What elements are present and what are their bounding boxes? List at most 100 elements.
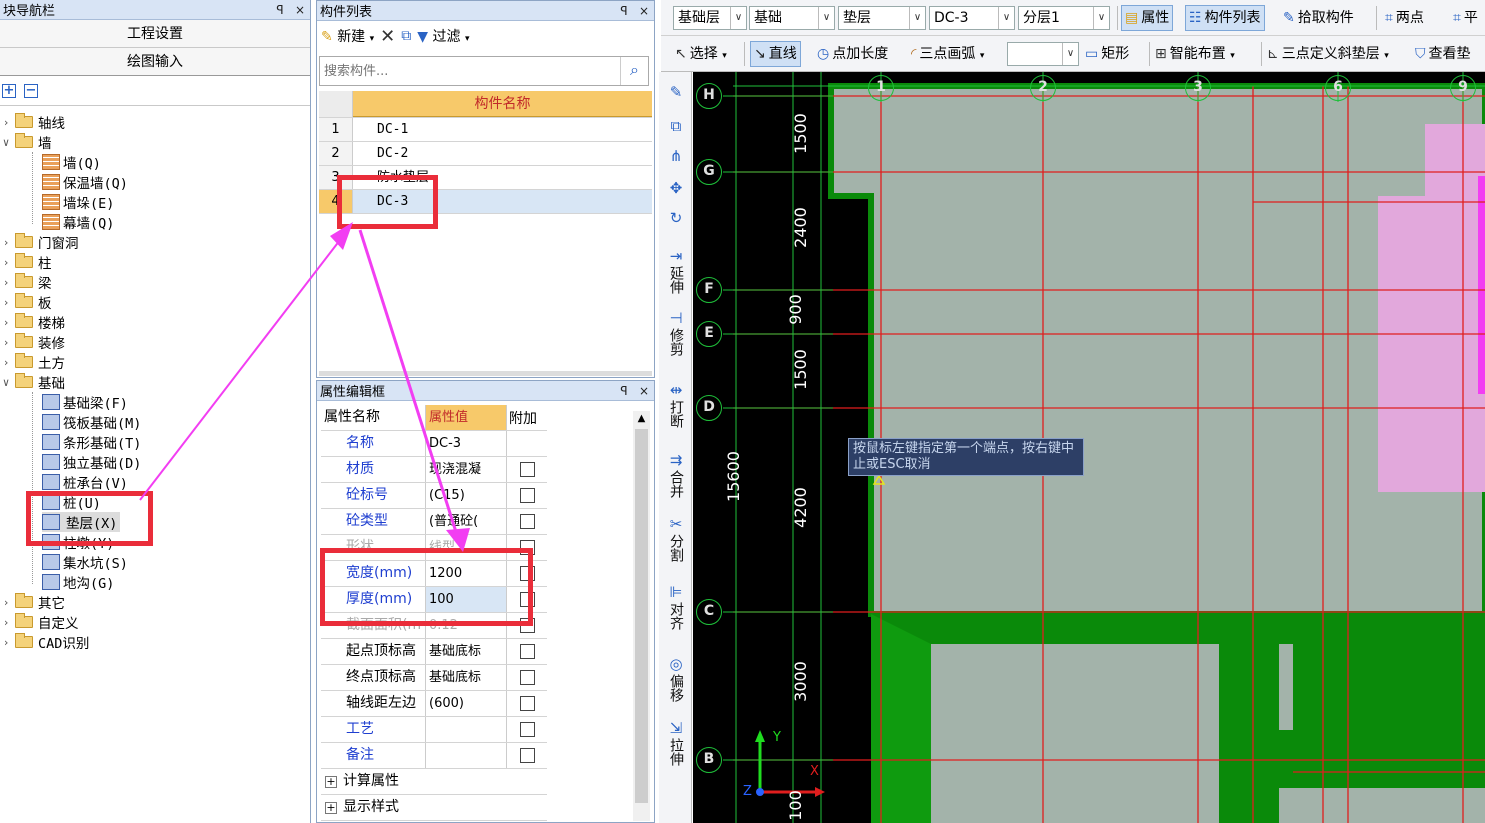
tree-item[interactable]: 地沟(G)	[42, 572, 114, 592]
tree-item[interactable]: ∨ 墙	[0, 132, 52, 152]
drawing-canvas[interactable]: 1 2 3 6 9 H G FE D C B 1500 2400 900 1500 4200 3000 100…	[693, 72, 1485, 823]
vtool-button[interactable]: ⇹ 打断	[661, 382, 691, 432]
extra-checkbox[interactable]	[519, 462, 535, 477]
property-value[interactable]: 基础底标	[426, 665, 507, 690]
extra-checkbox[interactable]	[519, 722, 535, 737]
arc-mode-select[interactable]: ∨	[1007, 42, 1079, 66]
category-select[interactable]: 基础 ∨	[749, 6, 835, 30]
property-value[interactable]: (C15)	[426, 483, 507, 508]
scroll-thumb[interactable]	[635, 429, 648, 803]
expand-plus-icon[interactable]: +	[325, 802, 337, 814]
chevron-down-icon[interactable]: ∨	[0, 376, 12, 389]
tree-item[interactable]: 独立基础(D)	[42, 452, 141, 472]
scroll-up-icon[interactable]: ▲	[633, 411, 650, 427]
extra-checkbox[interactable]	[519, 748, 535, 763]
smart-layout-button[interactable]: ⊞ 智能布置 ▾	[1155, 44, 1235, 66]
tree-item[interactable]: ∨ 基础	[0, 372, 65, 392]
component-list-button[interactable]: ☷ 构件列表	[1185, 5, 1265, 31]
component-row[interactable]: 1 DC-1	[319, 118, 652, 142]
copy-icon[interactable]: ⧉	[401, 28, 411, 44]
tree-item[interactable]: › CAD识别	[0, 632, 89, 652]
pin-icon[interactable]: ꟼ	[614, 4, 634, 18]
chevron-right-icon[interactable]: ›	[0, 356, 12, 369]
attribute-button[interactable]: ▤ 属性	[1121, 5, 1174, 31]
drawing-input-button[interactable]: 绘图输入	[0, 48, 310, 76]
collapse-all-icon[interactable]: −	[24, 83, 38, 98]
chevron-right-icon[interactable]: ›	[0, 316, 12, 329]
property-group[interactable]: + 计算属性	[321, 769, 547, 795]
pin-icon[interactable]: ꟼ	[270, 3, 290, 17]
property-value[interactable]	[426, 743, 507, 768]
property-group[interactable]: + 显示样式	[321, 795, 547, 821]
property-value[interactable]: (普通砼(	[426, 509, 507, 534]
extra-checkbox[interactable]	[519, 488, 535, 503]
slope-cushion-button[interactable]: ⊾ 三点定义斜垫层 ▾	[1267, 44, 1389, 66]
vtool-button[interactable]: ✂ 分割	[661, 516, 691, 566]
close-icon[interactable]: ×	[634, 4, 654, 18]
tree-item[interactable]: 幕墙(Q)	[42, 212, 114, 232]
pick-component-button[interactable]: ✎ 拾取构件	[1283, 8, 1354, 28]
tree-item[interactable]: › 板	[0, 292, 52, 312]
close-icon[interactable]: ×	[290, 3, 310, 17]
tree-item[interactable]: 墙垛(E)	[42, 192, 114, 212]
chevron-right-icon[interactable]: ›	[0, 596, 12, 609]
tree-item[interactable]: › 柱	[0, 252, 52, 272]
chevron-right-icon[interactable]: ›	[0, 336, 12, 349]
select-button[interactable]: ↖ 选择 ▾	[675, 44, 727, 66]
delete-icon[interactable]: ✕	[380, 26, 395, 47]
tree-item[interactable]: 集水坑(S)	[42, 552, 128, 572]
parallel-button[interactable]: ⌗ 平	[1453, 8, 1478, 28]
vtool-button[interactable]: ⊣ 修剪	[661, 310, 691, 360]
view-cushion-button[interactable]: ⛉ 查看垫	[1415, 44, 1471, 64]
extra-checkbox[interactable]	[519, 696, 535, 711]
extra-checkbox[interactable]	[519, 644, 535, 659]
tree-item[interactable]: › 自定义	[0, 612, 79, 632]
property-value[interactable]	[426, 717, 507, 742]
tree-item[interactable]: 墙(Q)	[42, 152, 101, 172]
new-component-button[interactable]: ✎ 新建 ▾	[321, 26, 374, 46]
chevron-right-icon[interactable]: ›	[0, 636, 12, 649]
move-icon[interactable]: ✥	[661, 180, 691, 198]
vtool-button[interactable]: ⊫ 对齐	[661, 584, 691, 634]
search-input[interactable]	[320, 58, 620, 84]
extra-checkbox[interactable]	[519, 670, 535, 685]
tree-item[interactable]: › 其它	[0, 592, 65, 612]
tree-item[interactable]: 条形基础(T)	[42, 432, 141, 452]
copy-icon[interactable]: ⧉	[661, 118, 691, 136]
point-length-button[interactable]: ◷ 点加长度	[817, 44, 888, 64]
property-value[interactable]: 基础底标	[426, 639, 507, 664]
tree-item[interactable]: › 轴线	[0, 112, 65, 132]
vtool-button[interactable]: ⇲ 拉伸	[661, 720, 691, 770]
tree-item[interactable]: › 楼梯	[0, 312, 65, 332]
rotate-icon[interactable]: ↻	[661, 210, 691, 228]
layer-select[interactable]: 分层1 ∨	[1018, 6, 1110, 30]
expand-plus-icon[interactable]: +	[325, 776, 337, 788]
tree-item[interactable]: › 装修	[0, 332, 65, 352]
floor-select[interactable]: 基础层 ∨	[673, 6, 747, 30]
property-value[interactable]: DC-3	[426, 431, 507, 456]
property-value[interactable]: (600)	[426, 691, 507, 716]
chevron-right-icon[interactable]: ›	[0, 256, 12, 269]
chevron-down-icon[interactable]: ∨	[0, 136, 12, 149]
component-select[interactable]: DC-3 ∨	[929, 6, 1015, 30]
tree-item[interactable]: 筏板基础(M)	[42, 412, 141, 432]
vtool-button[interactable]: ⇉ 合并	[661, 452, 691, 502]
tree-item[interactable]: › 土方	[0, 352, 65, 372]
search-icon[interactable]: ⌕	[620, 57, 648, 85]
project-settings-button[interactable]: 工程设置	[0, 20, 310, 48]
tree-item[interactable]: › 梁	[0, 272, 52, 292]
component-row[interactable]: 2 DC-2	[319, 142, 652, 166]
vtool-button[interactable]: ⇥ 延伸	[661, 248, 691, 298]
chevron-right-icon[interactable]: ›	[0, 276, 12, 289]
vtool-button[interactable]: ◎ 偏移	[661, 656, 691, 706]
tree-item[interactable]: 桩承台(V)	[42, 472, 128, 492]
three-point-arc-button[interactable]: ◜ 三点画弧 ▾	[911, 44, 984, 66]
property-value[interactable]: 现浇混凝	[426, 457, 507, 482]
chevron-right-icon[interactable]: ›	[0, 236, 12, 249]
type-select[interactable]: 垫层 ∨	[838, 6, 926, 30]
chevron-right-icon[interactable]: ›	[0, 616, 12, 629]
list-hscroll[interactable]	[319, 371, 652, 376]
brush-icon[interactable]: ✎	[661, 84, 691, 102]
chevron-right-icon[interactable]: ›	[0, 116, 12, 129]
mirror-icon[interactable]: ⋔	[661, 148, 691, 166]
